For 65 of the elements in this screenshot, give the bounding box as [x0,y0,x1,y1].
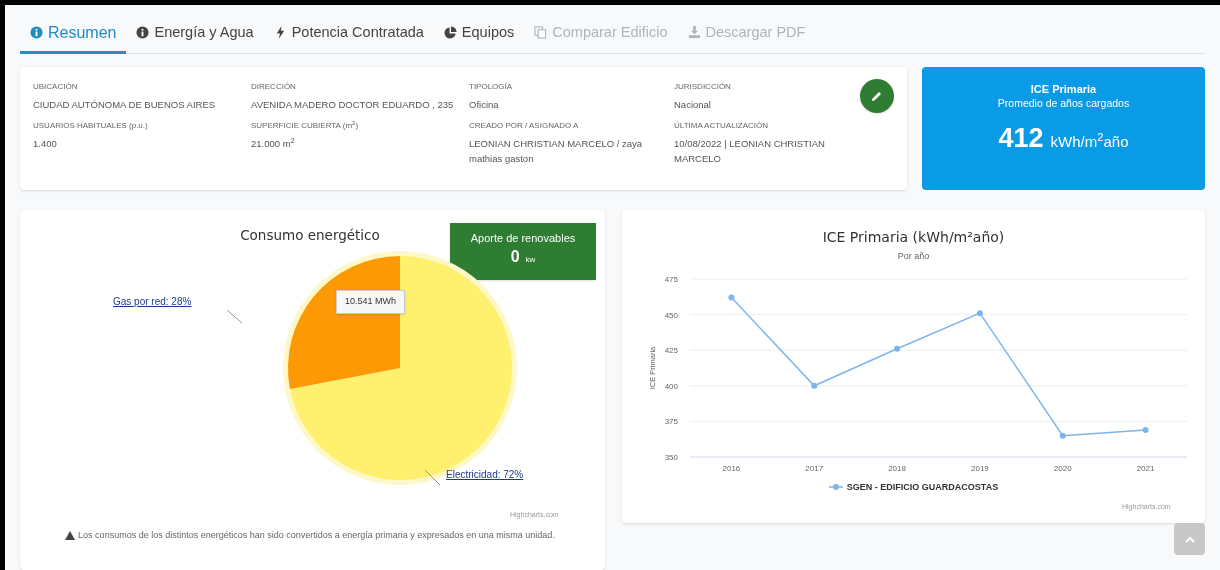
card-title: Aporte de renovables [470,231,576,245]
axis-tick-label: 2019 [971,463,989,473]
pencil-icon [871,90,883,102]
field-label: UBICACIÓN [33,81,79,92]
field-value: AVENIDA MADERO DOCTOR EDUARDO , 235 [251,98,455,112]
warning-icon [65,531,76,540]
axis-tick-label: 425 [664,345,678,355]
note-text: Los consumos de los distintos energéticos han sido convertidos a energía primaria y expresados en una misma unidad. [78,529,555,542]
card-title: ICE Primaria [1030,82,1097,96]
axis-tick-label: 400 [664,381,678,391]
field-value: CIUDAD AUTÓNOMA DE BUENOS AIRES [33,98,217,112]
field-label: ÚLTIMA ACTUALIZACIÓN [674,120,770,131]
tab[interactable]: Resumen [20,14,127,54]
leader-line [226,309,243,324]
pie-chart-icon [443,26,457,39]
field-label: TIPOLOGÍA [469,81,514,92]
field-value: 1.400 [33,137,58,151]
metric-value: 412 [998,122,1044,155]
scroll-top-button[interactable] [1174,523,1205,555]
field-value: Oficina [469,98,500,112]
info-icon [30,26,43,39]
field-value: 21.000 m$^{2}$ [251,136,296,151]
metric-unit: kWh/m$^{2}$año [1050,131,1129,152]
axis-tick-label: 2016 [722,463,741,473]
metric-value: 0 [510,247,520,267]
field-label: SUPERFICIE CUBIERTA (m$^{2}$) [251,120,360,131]
leader-line [424,469,441,486]
data-point[interactable] [894,345,901,352]
data-point[interactable] [811,382,818,389]
axis-tick-label: 475 [664,274,678,284]
field-value: Nacional [674,98,712,112]
axis-tick-label: 2021 [1136,463,1155,473]
field-label: DIRECCIÓN [251,81,297,92]
edit-button[interactable] [860,79,894,113]
axis-tick-label: 350 [664,452,678,462]
field-label: JURISDICCIÓN [674,81,732,92]
data-point[interactable] [1142,426,1149,433]
field-label: CREADO POR / ASIGNADO A [469,120,580,131]
data-label-link[interactable]: Electricidad: 72% [446,467,524,482]
tab[interactable]: Potencia Contratada [263,14,434,54]
data-point[interactable] [976,309,983,316]
chart-subtitle: Por año [897,250,930,263]
tab[interactable]: Equipos [433,14,525,54]
axis-tick-label: 450 [664,310,678,320]
axis-tick-label: 2017 [805,463,824,473]
field-label: USUARIOS HABITUALES (p.u.) [33,120,149,131]
tooltip: 10.541 MWh [336,290,406,314]
axis-tick-label: 2018 [888,463,906,473]
copy-icon [534,26,548,39]
tab[interactable]: Energía y Agua [126,14,264,54]
card-subtitle: Promedio de años cargados [997,96,1130,110]
metric-unit: kw [525,254,536,266]
field-value: 10/08/2022 | LEONIAN CHRISTIAN MARCELO [674,137,826,166]
data-label-link[interactable]: Gas por red: 28% [113,294,192,309]
axis-tick-label: 375 [664,416,678,426]
info-icon [136,26,150,39]
download-icon [687,26,701,39]
chevron-up-icon [1184,535,1195,543]
field-value: LEONIAN CHRISTIAN MARCELO / zaya mathias gaston [469,137,644,166]
chart-title: ICE Primaria (kWh/m²año) [822,228,1005,246]
data-point[interactable] [1059,432,1066,439]
legend-item[interactable]: SGEN - EDIFICIO GUARDACOSTAS [846,480,999,494]
data-point[interactable] [728,294,735,300]
axis-tick-label: 2020 [1053,463,1072,473]
chart-title: Consumo energético [239,226,381,245]
